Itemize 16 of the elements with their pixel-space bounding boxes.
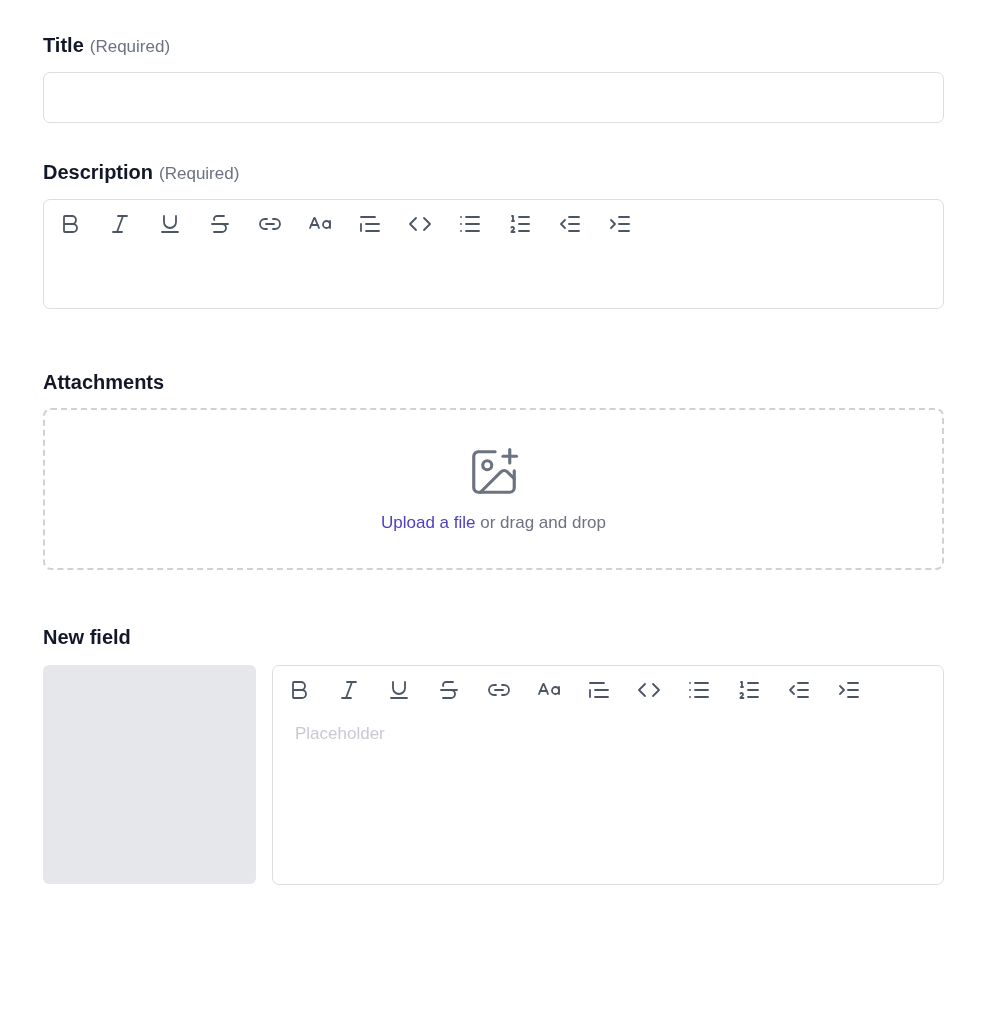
numbered-list-icon — [737, 678, 761, 702]
upload-dropzone[interactable]: Upload a file or drag and drop — [43, 408, 944, 570]
required-hint: (Required) — [89, 37, 171, 57]
title-input[interactable] — [43, 72, 944, 123]
upload-link[interactable]: Upload a file — [381, 513, 476, 532]
underline-icon — [158, 212, 182, 236]
strikethrough-icon — [208, 212, 232, 236]
field-label: Description — [43, 161, 154, 184]
field-label: Title — [43, 34, 84, 57]
upload-text: Upload a file or drag and drop — [381, 513, 606, 533]
strikethrough-icon — [437, 678, 461, 702]
numbered-list-icon — [508, 212, 532, 236]
field-label: Attachments — [43, 371, 165, 394]
underline-icon — [387, 678, 411, 702]
field-label: New field — [43, 626, 131, 649]
required-hint: (Required) — [159, 164, 240, 184]
